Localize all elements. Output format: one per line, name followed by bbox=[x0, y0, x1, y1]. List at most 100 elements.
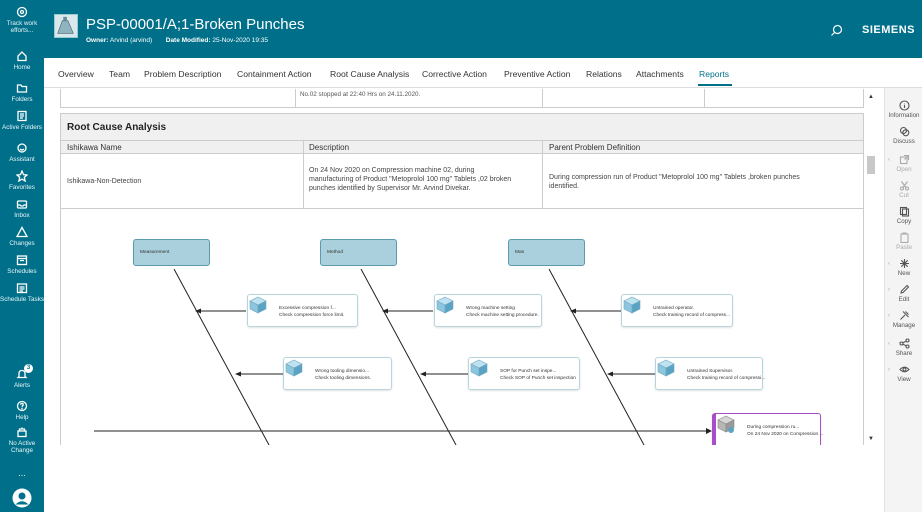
cause-box[interactable]: Wrong tooling dimensio... Check tooling … bbox=[283, 357, 392, 390]
home-icon bbox=[17, 51, 27, 62]
tab-root-cause-analysis[interactable]: Root Cause Analysis bbox=[330, 69, 409, 79]
open-icon bbox=[899, 154, 909, 165]
tab-containment-action[interactable]: Containment Action bbox=[237, 69, 312, 79]
sidebar-item-changes[interactable]: Changes bbox=[0, 226, 44, 247]
sidebar-item-label: Active Folders bbox=[2, 124, 42, 131]
tab-corrective-action[interactable]: Corrective Action bbox=[422, 69, 487, 79]
command-edit[interactable]: ‹ Edit bbox=[885, 284, 922, 303]
problem-box[interactable]: During compression ru... On 24 Nov 2020 … bbox=[712, 413, 824, 445]
parent-line: During compression run of Product "Metop… bbox=[549, 174, 800, 181]
report-scrollbar[interactable]: ▲ ▼ bbox=[866, 93, 876, 445]
category-box-measurement[interactable]: Measurement bbox=[133, 239, 210, 266]
scroll-up-arrow-icon[interactable]: ▲ bbox=[868, 94, 874, 100]
object-header: PSP-00001/A;1-Broken Punches Owner: Arvi… bbox=[44, 0, 922, 58]
cause-box[interactable]: Wrong machine setting Check machine sett… bbox=[434, 294, 542, 327]
more-icon: ... bbox=[18, 468, 26, 478]
scroll-thumb[interactable] bbox=[867, 156, 875, 174]
command-discuss[interactable]: Discuss bbox=[885, 126, 922, 145]
command-copy[interactable]: Copy bbox=[885, 206, 922, 225]
ishikawa-diagram: Measurement Method Man Excessive compres… bbox=[60, 209, 864, 445]
command-new[interactable]: ‹ New bbox=[885, 258, 922, 277]
sidebar-item-help[interactable]: Help bbox=[0, 400, 44, 421]
sidebar-item-more[interactable]: ... bbox=[0, 468, 44, 478]
command-label: View bbox=[897, 376, 911, 383]
owner-label: Owner: bbox=[86, 37, 109, 44]
problem-title: During compression ru... bbox=[747, 425, 800, 430]
column-header-description: Description bbox=[309, 143, 350, 152]
command-view[interactable]: ‹ View bbox=[885, 364, 922, 383]
tab-problem-description[interactable]: Problem Description bbox=[144, 69, 221, 79]
tab-overview[interactable]: Overview bbox=[58, 69, 94, 79]
schedule-tasks-icon bbox=[16, 283, 28, 294]
schedules-icon bbox=[16, 255, 28, 266]
sidebar-item-schedule-tasks[interactable]: Schedule Tasks bbox=[0, 282, 44, 303]
sidebar-item-label: Track work efforts... bbox=[6, 20, 38, 34]
scroll-down-arrow-icon[interactable]: ▼ bbox=[868, 436, 874, 442]
paste-icon bbox=[899, 232, 909, 243]
sidebar-item-inbox[interactable]: Inbox bbox=[0, 198, 44, 219]
command-label: Open bbox=[896, 166, 912, 173]
date-modified-value: 25-Nov-2020 19:35 bbox=[212, 37, 268, 44]
category-box-method[interactable]: Method bbox=[320, 239, 397, 266]
command-label: Copy bbox=[896, 218, 912, 225]
cube-icon bbox=[657, 359, 675, 377]
info-icon bbox=[898, 100, 910, 111]
problem-description: On 24 Nov 2020 on Compression ... bbox=[747, 432, 824, 437]
command-information[interactable]: Information bbox=[885, 100, 922, 119]
search-icon[interactable] bbox=[830, 24, 843, 37]
cube-icon bbox=[436, 296, 454, 314]
category-box-man[interactable]: Man bbox=[508, 239, 585, 266]
command-share[interactable]: ‹ Share bbox=[885, 338, 922, 357]
problem-icon bbox=[717, 415, 735, 433]
cause-box[interactable]: Untrained Supervisor. Check training rec… bbox=[655, 357, 765, 390]
new-icon bbox=[899, 259, 909, 268]
sidebar-item-assistant[interactable]: Assistant bbox=[0, 142, 44, 163]
sidebar-item-avatar[interactable] bbox=[0, 488, 44, 508]
command-manage[interactable]: ‹ Manage bbox=[885, 310, 922, 329]
share-icon bbox=[898, 338, 910, 349]
sidebar-item-label: Help bbox=[15, 414, 29, 421]
cause-box[interactable]: Untrained operator. Check training recor… bbox=[621, 294, 733, 327]
tab-bar: Overview Team Problem Description Contai… bbox=[44, 58, 922, 88]
description-line: punches identified by Supervisor Mr. Arv… bbox=[309, 185, 471, 192]
command-open[interactable]: ‹ Open bbox=[885, 154, 922, 173]
alerts-badge: 3 bbox=[24, 364, 33, 373]
parent-definition-cell: During compression run of Product "Metop… bbox=[549, 173, 800, 191]
column-header-name: Ishikawa Name bbox=[67, 143, 122, 152]
manage-icon bbox=[899, 311, 909, 320]
command-label: Discuss bbox=[893, 138, 915, 145]
command-label: Cut bbox=[899, 192, 909, 199]
command-cut[interactable]: Cut bbox=[885, 180, 922, 199]
sidebar-item-label: Assistant bbox=[9, 156, 35, 163]
target-icon bbox=[16, 6, 28, 18]
tab-attachments[interactable]: Attachments bbox=[636, 69, 684, 79]
cause-title: Excessive compression f... bbox=[279, 306, 336, 311]
tab-relations[interactable]: Relations bbox=[586, 69, 622, 79]
sidebar-item-folders[interactable]: Folders bbox=[0, 82, 44, 103]
command-label: Information bbox=[888, 112, 920, 119]
tab-reports[interactable]: Reports bbox=[699, 69, 729, 79]
active-tab-indicator bbox=[698, 84, 732, 86]
object-thumbnail bbox=[54, 14, 78, 38]
sidebar-item-active-folders[interactable]: Active Folders bbox=[0, 110, 44, 131]
command-paste[interactable]: Paste bbox=[885, 232, 922, 251]
inbox-icon bbox=[16, 200, 28, 209]
date-modified-label: Date Modified: bbox=[165, 37, 211, 44]
sidebar-item-alerts[interactable]: 3 Alerts bbox=[0, 364, 44, 389]
cause-box[interactable]: SOP for Punch set inspe... Check SOP of … bbox=[468, 357, 580, 390]
assistant-icon bbox=[17, 143, 27, 153]
sidebar-item-track-work[interactable]: Track work efforts... bbox=[0, 6, 44, 34]
section-title: Root Cause Analysis bbox=[67, 122, 167, 133]
tab-preventive-action[interactable]: Preventive Action bbox=[504, 69, 570, 79]
cause-box[interactable]: Excessive compression f... Check compres… bbox=[247, 294, 358, 327]
parent-line: identified. bbox=[549, 183, 579, 190]
sidebar-item-label: Favorites bbox=[9, 184, 35, 191]
sidebar-item-no-active-change[interactable]: No Active Change bbox=[0, 426, 44, 454]
tab-team[interactable]: Team bbox=[109, 69, 130, 79]
sidebar-item-home[interactable]: Home bbox=[0, 50, 44, 71]
command-label: Share bbox=[895, 350, 913, 357]
cause-title: Wrong tooling dimensio... bbox=[315, 369, 370, 374]
sidebar-item-favorites[interactable]: Favorites bbox=[0, 170, 44, 191]
sidebar-item-schedules[interactable]: Schedules bbox=[0, 254, 44, 275]
sidebar-item-label: Changes bbox=[9, 240, 35, 247]
